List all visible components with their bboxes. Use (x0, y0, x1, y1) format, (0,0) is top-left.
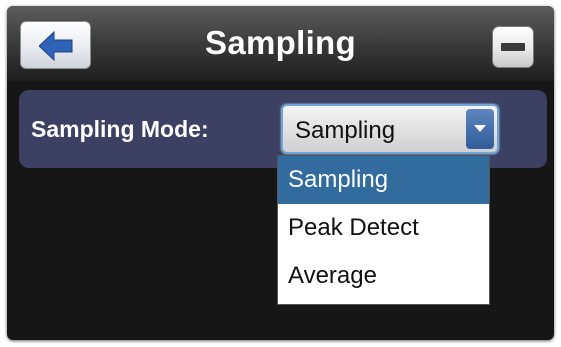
dropdown-toggle[interactable] (466, 109, 494, 149)
minimize-icon (501, 43, 525, 51)
option-sampling[interactable]: Sampling (278, 156, 489, 204)
dialog-title: Sampling (205, 24, 356, 61)
sampling-mode-label: Sampling Mode: (31, 116, 209, 142)
sampling-mode-value: Sampling (295, 117, 396, 144)
chevron-down-icon (474, 125, 486, 132)
sampling-mode-options: Sampling Peak Detect Average (277, 155, 490, 305)
option-average[interactable]: Average (278, 252, 489, 300)
sampling-dialog: Sampling Sampling Mode: Sampling Samplin… (7, 6, 554, 340)
minimize-button[interactable] (492, 26, 534, 68)
sampling-mode-select[interactable]: Sampling (281, 104, 499, 154)
title-bar: Sampling (7, 6, 554, 83)
option-peak-detect[interactable]: Peak Detect (278, 204, 489, 252)
